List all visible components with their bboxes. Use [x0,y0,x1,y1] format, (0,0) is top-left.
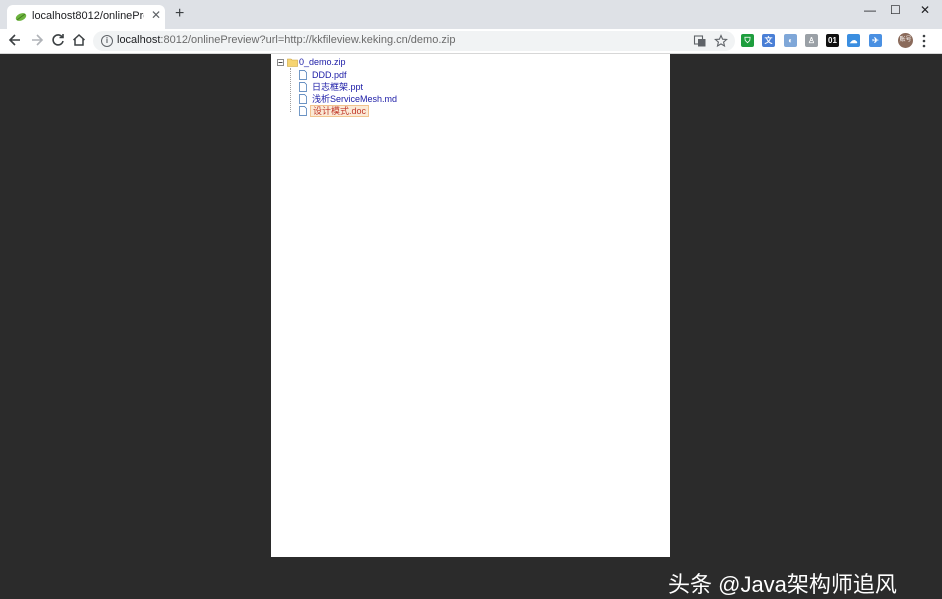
shield-extension-icon[interactable]: ⛉ [741,34,754,47]
file-label[interactable]: 浅析ServiceMesh.md [310,93,399,105]
cloud-extension-icon[interactable]: ☁ [847,34,860,47]
file-icon [299,94,307,104]
file-icon [299,82,307,92]
bookmark-star-icon[interactable] [714,34,728,48]
file-label[interactable]: 设计模式.doc [310,105,370,117]
person-extension-icon[interactable]: ♙ [805,34,818,47]
file-label[interactable]: DDD.pdf [310,69,349,81]
translate-extension-icon[interactable]: 文 [762,34,775,47]
maximize-button[interactable]: ☐ [890,3,901,17]
tab-title: localhost8012/onlinePreview [32,10,144,22]
collapse-toggle-icon[interactable] [277,59,284,66]
url-text: localhost:8012/onlinePreview?url=http://… [117,34,455,46]
address-bar[interactable]: i localhost:8012/onlinePreview?url=http:… [93,31,735,51]
home-icon[interactable] [71,32,87,48]
url-path: :8012/onlinePreview?url=http://kkfilevie… [160,34,456,46]
browser-tab[interactable]: localhost8012/onlinePreview ✕ [7,5,165,29]
leaf-extension-icon[interactable]: ◐ [784,34,797,47]
more-menu-icon[interactable] [922,34,926,48]
minimize-button[interactable]: — [864,3,876,17]
tree-connector-line [290,68,292,112]
translate-page-icon[interactable] [693,34,707,48]
file-icon [299,70,307,80]
file-icon [299,106,307,116]
site-info-icon[interactable]: i [101,35,113,47]
url-host: localhost [117,34,161,46]
browser-title-bar: localhost8012/onlinePreview ✕ + — ☐ ✕ [0,0,942,29]
preview-page: 0_demo.zip DDD.pdf 日志框架.ppt 浅析ServiceMes… [271,54,670,557]
profile-avatar[interactable]: 账号 [898,33,913,48]
tab-close-icon[interactable]: ✕ [151,8,161,22]
file-label[interactable]: 日志框架.ppt [310,81,365,93]
bird-extension-icon[interactable]: ✈ [869,34,882,47]
tree-root-label: 0_demo.zip [299,57,346,67]
back-arrow-icon[interactable] [7,32,23,48]
window-close-button[interactable]: ✕ [920,3,930,17]
leaf-favicon-icon [15,13,27,21]
binary-extension-icon[interactable]: 01 [826,34,839,47]
browser-viewport: 0_demo.zip DDD.pdf 日志框架.ppt 浅析ServiceMes… [0,54,942,597]
folder-open-icon [287,58,298,67]
forward-arrow-icon[interactable] [29,32,45,48]
new-tab-button[interactable]: + [175,6,184,22]
reload-icon[interactable] [50,32,66,48]
browser-toolbar: i localhost:8012/onlinePreview?url=http:… [0,29,942,54]
watermark-text: 头条 @Java架构师追风 [668,572,897,597]
